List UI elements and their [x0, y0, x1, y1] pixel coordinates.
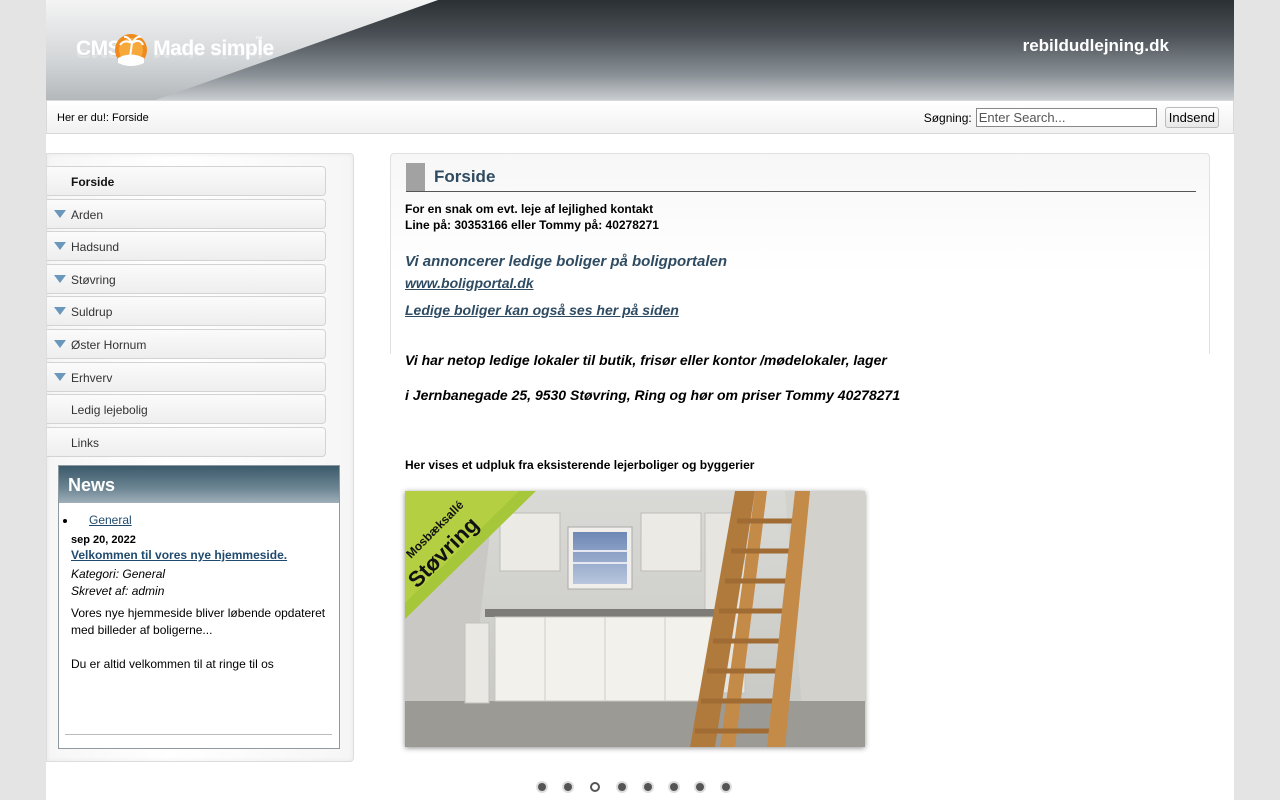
cms-made-simple-logo[interactable]: CMS Made simple CMS Made simple ™	[76, 30, 274, 78]
slideshow-dot[interactable]	[564, 783, 572, 791]
news-box: News General sep 20, 2022 Velkommen til …	[58, 465, 340, 749]
news-author-line: Skrevet af: admin	[71, 584, 165, 598]
slideshow-dot[interactable]	[696, 783, 704, 791]
expand-arrow-icon	[54, 307, 66, 316]
main-menu: Forside Arden Hadsund Støvring Suldrup Ø…	[47, 166, 326, 459]
search-input[interactable]	[975, 108, 1157, 127]
breadcrumb: Her er du!: Forside	[57, 112, 149, 124]
expand-arrow-icon	[54, 339, 66, 348]
news-category-link[interactable]: General	[89, 513, 132, 527]
menu-item-oster-hornum[interactable]: Øster Hornum	[47, 328, 326, 359]
news-divider	[65, 734, 332, 735]
expand-arrow-icon	[54, 372, 66, 381]
slideshow-dot[interactable]	[670, 783, 678, 791]
lokaler-line-2: i Jernbanegade 25, 9530 Støvring, Ring o…	[405, 387, 901, 403]
slideshow-dot[interactable]	[644, 783, 652, 791]
slideshow-dot[interactable]	[538, 783, 546, 791]
menu-item-ledig-lejebolig[interactable]: Ledig lejebolig	[47, 394, 326, 425]
expand-arrow-icon	[54, 209, 66, 218]
menu-item-stovring[interactable]: Støvring	[47, 263, 326, 294]
menu-item-hadsund[interactable]: Hadsund	[47, 231, 326, 262]
ledige-boliger-link[interactable]: Ledige boliger kan også ses her på siden	[405, 302, 679, 318]
page-title-bar: Forside	[406, 163, 1196, 192]
slideshow-dot[interactable]	[590, 782, 600, 792]
menu-item-links[interactable]: Links	[47, 426, 326, 457]
news-heading: News	[59, 466, 339, 503]
island-logo-icon	[115, 34, 147, 66]
search-label: Søgning:	[923, 110, 972, 125]
menu-item-suldrup[interactable]: Suldrup	[47, 296, 326, 327]
search-form: Søgning: Indsend	[924, 107, 1219, 128]
news-date: sep 20, 2022	[71, 534, 136, 546]
contact-line-2: Line på: 30353166 eller Tommy på: 402782…	[405, 218, 659, 232]
slideshow-image[interactable]: Mosbæksallé Støvring	[405, 491, 865, 747]
slideshow-dot[interactable]	[722, 783, 730, 791]
menu-item-arden[interactable]: Arden	[47, 198, 326, 229]
page-title: Forside	[434, 167, 496, 186]
menu-item-forside[interactable]: Forside	[47, 166, 326, 196]
expand-arrow-icon	[54, 274, 66, 283]
slideshow-pagination	[538, 779, 748, 792]
contact-line-1: For en snak om evt. leje af lejlighed ko…	[405, 202, 654, 216]
menu-item-erhverv[interactable]: Erhverv	[47, 361, 326, 392]
news-category-item: General	[77, 513, 331, 527]
sidebar: Forside Arden Hadsund Støvring Suldrup Ø…	[46, 153, 354, 762]
lokaler-line-1: Vi har netop ledige lokaler til butik, f…	[405, 352, 887, 368]
news-summary-2: Du er altid velkommen til at ringe til o…	[71, 657, 274, 671]
slideshow-dot[interactable]	[618, 783, 626, 791]
news-category-line: Kategori: General	[71, 567, 166, 581]
site-header: CMS Made simple CMS Made simple ™ rebildud…	[46, 0, 1234, 100]
news-title-link[interactable]: Velkommen til vores nye hjemmeside.	[71, 548, 331, 562]
news-category-list: General	[71, 513, 331, 527]
title-marker	[406, 163, 425, 191]
news-summary: Vores nye hjemmeside bliver løbende opda…	[71, 606, 326, 637]
announce-heading: Vi annoncerer ledige boliger på boligpor…	[405, 253, 727, 270]
breadcrumb-bar: Her er du!: Forside Søgning: Indsend	[46, 100, 1234, 134]
boligportal-link[interactable]: www.boligportal.dk	[405, 275, 534, 291]
expand-arrow-icon	[54, 242, 66, 251]
search-submit-button[interactable]: Indsend	[1164, 107, 1219, 128]
gallery-caption: Her vises et udpluk fra eksisterende lej…	[405, 458, 755, 472]
site-name: rebildudlejning.dk	[1022, 36, 1169, 55]
location-badge: Mosbæksallé Støvring	[405, 491, 536, 620]
